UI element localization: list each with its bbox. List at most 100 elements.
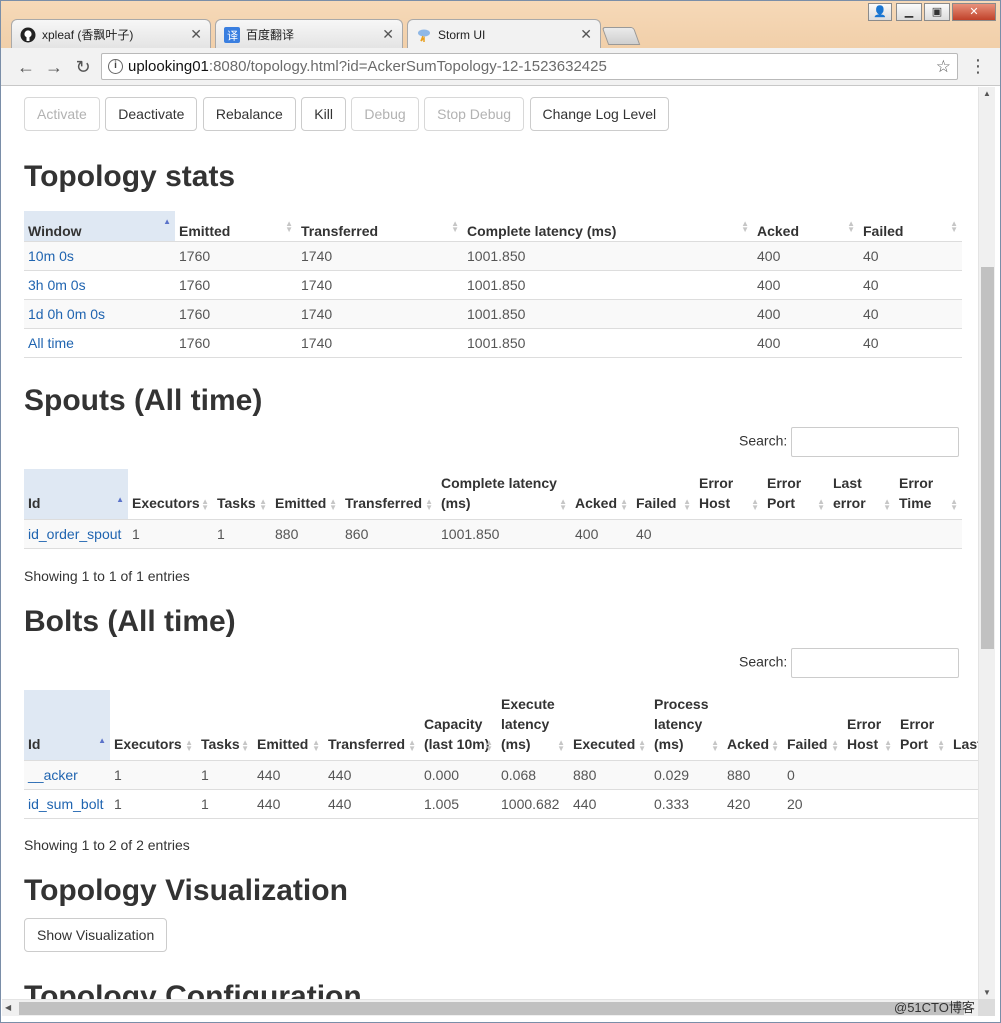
minimize-button[interactable]: ▁ bbox=[896, 3, 922, 21]
forward-arrow-icon[interactable]: → bbox=[43, 56, 65, 78]
column-header-acked[interactable]: Acked ▲ ▼ bbox=[723, 690, 783, 761]
failed-cell: 0 bbox=[783, 759, 843, 789]
kill-button[interactable]: Kill bbox=[301, 97, 346, 131]
column-header-last-error[interactable]: Last error bbox=[949, 690, 978, 761]
column-header-error-host[interactable]: Error Host ▲ ▼ bbox=[695, 469, 763, 520]
window-link[interactable]: 1d 0h 0m 0s bbox=[28, 306, 105, 322]
column-header-transferred[interactable]: Transferred ▲ ▼ bbox=[324, 690, 420, 761]
scrollbar-thumb[interactable] bbox=[981, 267, 994, 649]
sort-icon: ▲ ▼ bbox=[620, 496, 628, 512]
emitted-cell: 1760 bbox=[175, 269, 297, 299]
close-window-button[interactable]: ✕ bbox=[952, 3, 996, 21]
sort-icon: ▲ ▼ bbox=[185, 737, 193, 753]
back-arrow-icon[interactable]: ← bbox=[15, 56, 37, 78]
column-header-acked[interactable]: Acked ▲ ▼ bbox=[571, 469, 632, 520]
column-header-complete-latency[interactable]: Complete latency (ms) ▲ ▼ bbox=[463, 211, 753, 242]
scroll-left-icon[interactable]: ◀ bbox=[5, 1003, 11, 1012]
close-icon[interactable]: ✕ bbox=[190, 26, 202, 43]
bolts-entries-info: Showing 1 to 2 of 2 entries bbox=[24, 837, 190, 853]
new-tab-button[interactable] bbox=[601, 27, 641, 45]
column-header-failed[interactable]: Failed ▲ ▼ bbox=[859, 211, 962, 242]
activate-button[interactable]: Activate bbox=[24, 97, 100, 131]
transferred-cell: 1740 bbox=[297, 269, 463, 299]
browser-window: xpleaf (香飘叶子) ✕ 译 百度翻译 ✕ Storm UI ✕ 👤 ▁ … bbox=[0, 0, 1001, 1023]
stop-debug-button[interactable]: Stop Debug bbox=[424, 97, 525, 131]
info-icon[interactable]: i bbox=[108, 59, 123, 74]
column-header-error-port[interactable]: Error Port ▲ ▼ bbox=[763, 469, 829, 520]
kebab-menu-icon[interactable]: ⋮ bbox=[969, 56, 987, 77]
tab-storm-ui[interactable]: Storm UI ✕ bbox=[407, 19, 601, 49]
vertical-scrollbar[interactable]: ▲ ▼ bbox=[978, 87, 995, 999]
last-error-cell bbox=[949, 788, 978, 818]
spout-id-link[interactable]: id_order_spout bbox=[28, 526, 121, 542]
executors-cell: 1 bbox=[110, 759, 197, 789]
column-header-emitted[interactable]: Emitted ▲ ▼ bbox=[175, 211, 297, 242]
tab-github[interactable]: xpleaf (香飘叶子) ✕ bbox=[11, 19, 211, 49]
column-header-acked[interactable]: Acked ▲ ▼ bbox=[753, 211, 859, 242]
bolt-id-link[interactable]: __acker bbox=[28, 767, 78, 783]
topology-stats-table: Window ▲ Emitted ▲ ▼ Transferred ▲ ▼ Complete… bbox=[24, 211, 962, 358]
column-header-executors[interactable]: Executors ▲ ▼ bbox=[110, 690, 197, 761]
column-header-transferred[interactable]: Transferred ▲ ▼ bbox=[341, 469, 437, 520]
complete-latency-cell: 1001.850 bbox=[463, 240, 753, 270]
column-header-transferred[interactable]: Transferred ▲ ▼ bbox=[297, 211, 463, 242]
sort-icon: ▲ ▼ bbox=[741, 218, 749, 234]
column-header-failed[interactable]: Failed ▲ ▼ bbox=[783, 690, 843, 761]
capacity-cell: 1.005 bbox=[420, 788, 497, 818]
column-header-tasks[interactable]: Tasks ▲ ▼ bbox=[197, 690, 253, 761]
change-log-level-button[interactable]: Change Log Level bbox=[529, 97, 670, 131]
tab-baidu-translate[interactable]: 译 百度翻译 ✕ bbox=[215, 19, 403, 49]
bolt-id-link[interactable]: id_sum_bolt bbox=[28, 796, 104, 812]
column-header-capacity[interactable]: Capacity (last 10m) ▲ ▼ bbox=[420, 690, 497, 761]
reload-icon[interactable]: ↻ bbox=[72, 56, 94, 78]
bolts-table: Id ▲ Executors ▲ ▼ Tasks ▲ ▼ Emitted ▲ ▼ Transf… bbox=[24, 690, 978, 819]
close-icon[interactable]: ✕ bbox=[580, 26, 592, 43]
column-header-emitted[interactable]: Emitted ▲ ▼ bbox=[253, 690, 324, 761]
column-header-window[interactable]: Window ▲ bbox=[24, 211, 175, 242]
column-header-error-time[interactable]: Error Time ▲ ▼ bbox=[895, 469, 962, 520]
bookmark-star-icon[interactable]: ☆ bbox=[936, 54, 951, 79]
column-header-id[interactable]: Id ▲ bbox=[24, 690, 110, 761]
maximize-button[interactable]: ▣ bbox=[924, 3, 950, 21]
scrollbar-thumb[interactable] bbox=[19, 1002, 964, 1015]
address-bar[interactable]: i uplooking01:8080/topology.html?id=Acke… bbox=[101, 53, 958, 80]
emitted-cell: 1760 bbox=[175, 240, 297, 270]
window-link[interactable]: 10m 0s bbox=[28, 248, 74, 264]
acked-cell: 880 bbox=[723, 759, 783, 789]
column-header-process-latency[interactable]: Process latency (ms) ▲ ▼ bbox=[650, 690, 723, 761]
scroll-down-icon[interactable]: ▼ bbox=[983, 988, 991, 997]
column-header-last-error[interactable]: Last error ▲ ▼ bbox=[829, 469, 895, 520]
user-icon[interactable]: 👤 bbox=[868, 3, 892, 21]
sort-icon: ▲ ▼ bbox=[425, 496, 433, 512]
debug-button[interactable]: Debug bbox=[351, 97, 419, 131]
column-header-execute-latency[interactable]: Execute latency (ms) ▲ ▼ bbox=[497, 690, 569, 761]
window-link[interactable]: 3h 0m 0s bbox=[28, 277, 86, 293]
show-visualization-button[interactable]: Show Visualization bbox=[24, 918, 168, 952]
tab-strip: xpleaf (香飘叶子) ✕ 译 百度翻译 ✕ Storm UI ✕ 👤 ▁ … bbox=[1, 1, 1000, 49]
column-header-emitted[interactable]: Emitted ▲ ▼ bbox=[271, 469, 341, 520]
column-header-executed[interactable]: Executed ▲ ▼ bbox=[569, 690, 650, 761]
tab-title: Storm UI bbox=[438, 27, 486, 42]
column-header-failed[interactable]: Failed ▲ ▼ bbox=[632, 469, 695, 520]
column-header-complete-latency[interactable]: Complete latency (ms) ▲ ▼ bbox=[437, 469, 571, 520]
deactivate-button[interactable]: Deactivate bbox=[105, 97, 198, 131]
column-header-error-port[interactable]: Error Port ▲ ▼ bbox=[896, 690, 949, 761]
column-header-tasks[interactable]: Tasks ▲ ▼ bbox=[213, 469, 271, 520]
horizontal-scrollbar[interactable]: ◀ bbox=[2, 999, 978, 1016]
failed-cell: 40 bbox=[859, 327, 962, 357]
spouts-search-input[interactable] bbox=[791, 427, 960, 457]
watermark: @51CTO博客 bbox=[894, 1000, 975, 1015]
column-header-executors[interactable]: Executors ▲ ▼ bbox=[128, 469, 213, 520]
close-icon[interactable]: ✕ bbox=[382, 26, 394, 43]
column-header-id[interactable]: Id ▲ bbox=[24, 469, 128, 520]
sort-icon: ▲ ▼ bbox=[771, 737, 779, 753]
transferred-cell: 1740 bbox=[297, 298, 463, 328]
column-header-error-host[interactable]: Error Host ▲ ▼ bbox=[843, 690, 896, 761]
bolts-search-input[interactable] bbox=[791, 648, 960, 678]
scroll-up-icon[interactable]: ▲ bbox=[983, 89, 991, 98]
rebalance-button[interactable]: Rebalance bbox=[202, 97, 296, 131]
execute-latency-cell: 1000.682 bbox=[497, 788, 569, 818]
window-link[interactable]: All time bbox=[28, 335, 74, 351]
spouts-title: Spouts (All time) bbox=[24, 384, 263, 417]
executors-cell: 1 bbox=[110, 788, 197, 818]
